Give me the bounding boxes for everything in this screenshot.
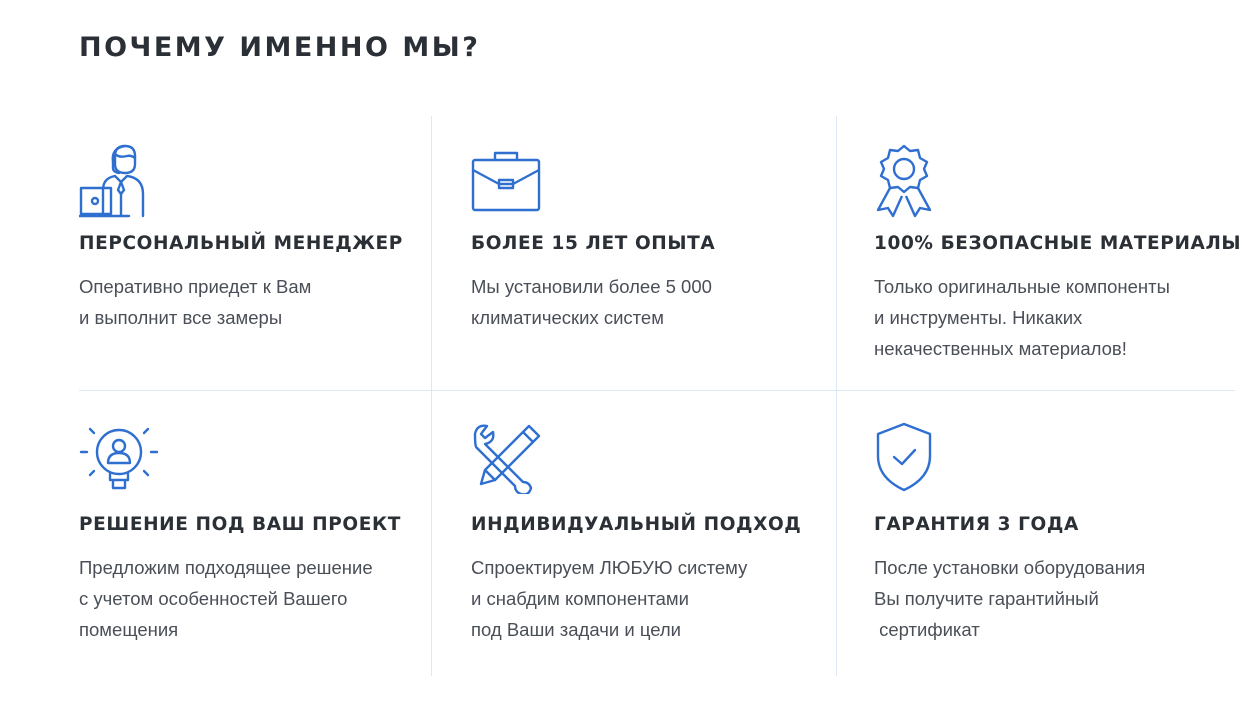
- feature-experience: [471, 150, 541, 212]
- description-line: Спроектируем ЛЮБУЮ систему: [471, 557, 748, 578]
- description-line: под Ваши задачи и цели: [471, 619, 682, 640]
- description-line: и инструменты. Никаких: [874, 307, 1083, 328]
- feature-individual-approach: [471, 422, 543, 494]
- page-title: ПОЧЕМУ ИМЕННО МЫ?: [79, 32, 481, 63]
- feature-title: БОЛЕЕ 15 ЛЕТ ОПЫТА: [471, 233, 716, 254]
- column-divider: [836, 116, 837, 676]
- award-badge-icon: [874, 144, 934, 218]
- feature-title: ИНДИВИДУАЛЬНЫЙ ПОДХОД: [471, 514, 802, 535]
- feature-title: ПЕРСОНАЛЬНЫЙ МЕНЕДЖЕР: [79, 233, 403, 254]
- feature-safe-materials: [874, 144, 934, 218]
- feature-personal-manager: [79, 144, 153, 220]
- column-divider: [431, 116, 432, 676]
- feature-description: Мы установили более 5 000 климатических …: [471, 271, 712, 333]
- feature-description: Предложим подходящее решение с учетом ос…: [79, 552, 373, 645]
- feature-project-solution: [79, 422, 159, 494]
- feature-description: Оперативно приедет к Вам и выполнит все …: [79, 271, 311, 333]
- row-divider: [79, 390, 1235, 391]
- description-line: и выполнит все замеры: [79, 307, 283, 328]
- description-line: сертификат: [874, 619, 980, 640]
- description-line: После установки оборудования: [874, 557, 1146, 578]
- description-line: Только оригинальные компоненты: [874, 276, 1170, 297]
- description-line: Оперативно приедет к Вам: [79, 276, 312, 297]
- feature-description: После установки оборудования Вы получите…: [874, 552, 1145, 645]
- description-line: и снабдим компонентами: [471, 588, 689, 609]
- description-line: Мы установили более 5 000: [471, 276, 712, 297]
- description-line: Вы получите гарантийный: [874, 588, 1099, 609]
- feature-description: Спроектируем ЛЮБУЮ систему и снабдим ком…: [471, 552, 747, 645]
- feature-title: РЕШЕНИЕ ПОД ВАШ ПРОЕКТ: [79, 514, 401, 535]
- wrench-pencil-icon: [471, 422, 543, 494]
- feature-title: ГАРАНТИЯ 3 ГОДА: [874, 514, 1079, 535]
- feature-title: 100% БЕЗОПАСНЫЕ МАТЕРИАЛЫ: [874, 233, 1242, 254]
- feature-warranty: [874, 422, 934, 494]
- feature-description: Только оригинальные компоненты и инструм…: [874, 271, 1170, 364]
- manager-with-laptop-icon: [79, 144, 153, 220]
- shield-check-icon: [874, 422, 934, 494]
- description-line: климатических систем: [471, 307, 664, 328]
- description-line: некачественных материалов!: [874, 338, 1127, 359]
- lightbulb-person-icon: [79, 422, 159, 494]
- briefcase-icon: [471, 150, 541, 212]
- description-line: Предложим подходящее решение: [79, 557, 373, 578]
- description-line: помещения: [79, 619, 179, 640]
- description-line: с учетом особенностей Вашего: [79, 588, 348, 609]
